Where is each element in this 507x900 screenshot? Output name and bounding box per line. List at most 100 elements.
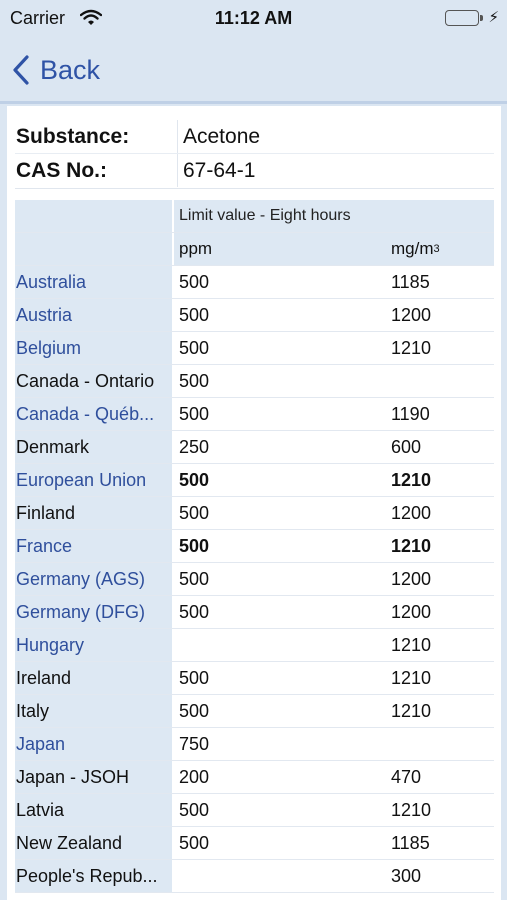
mg-cell: 1185	[391, 832, 430, 853]
ppm-cell: 750	[179, 733, 210, 754]
ppm-cell: 500	[179, 601, 210, 622]
mg-cell: 1185	[391, 271, 430, 292]
country-cell[interactable]: Austria	[15, 299, 174, 331]
battery-icon	[445, 10, 479, 26]
ppm-cell	[174, 860, 388, 892]
cas-label: CAS No.:	[15, 154, 177, 187]
table-row: New Zealand 500 1185	[15, 827, 494, 860]
charging-bolt-icon: ⚡	[488, 9, 499, 26]
mg-cell: 1190	[391, 403, 430, 424]
ppm-cell: 500	[179, 271, 210, 292]
mg-cell: 600	[391, 436, 422, 457]
country-cell: Japan - JSOH	[15, 761, 174, 793]
substance-info: Substance: Acetone CAS No.: 67-64-1	[15, 120, 494, 187]
mg-header-unit: mg/m	[391, 239, 434, 258]
country-cell: New Zealand	[15, 827, 174, 859]
country-cell[interactable]: Japan	[15, 728, 174, 760]
status-bar: Carrier 11:12 AM ⚡	[0, 0, 507, 38]
chevron-left-icon	[12, 54, 30, 86]
info-divider	[15, 188, 494, 189]
mg-cell	[388, 728, 494, 760]
mg-cell: 1210	[391, 667, 432, 688]
header-empty-cell	[15, 200, 174, 232]
table-row: Japan - JSOH 200 470	[15, 761, 494, 794]
country-cell[interactable]: France	[15, 530, 174, 562]
country-cell[interactable]: Belgium	[15, 332, 174, 364]
ppm-cell: 500	[179, 370, 210, 391]
table-row[interactable]: European Union 500 1210	[15, 464, 494, 497]
mg-cell: 1210	[391, 799, 432, 820]
ppm-cell: 200	[179, 766, 210, 787]
table-row: Latvia 500 1210	[15, 794, 494, 827]
ppm-header: ppm	[174, 233, 388, 265]
ppm-cell: 500	[179, 502, 210, 523]
ppm-cell: 500	[179, 700, 210, 721]
content-panel: Substance: Acetone CAS No.: 67-64-1 Limi…	[7, 106, 501, 900]
country-cell[interactable]: Hungary	[15, 629, 174, 661]
mg-cell: 470	[391, 766, 422, 787]
back-button[interactable]: Back	[12, 50, 100, 90]
table-group-header: Limit value - Eight hours	[15, 200, 494, 233]
cas-row: CAS No.: 67-64-1	[15, 153, 494, 187]
mg-cell: 1200	[391, 502, 432, 523]
table-row: Finland 500 1200	[15, 497, 494, 530]
mg-cell: 1210	[391, 535, 432, 556]
mg-cell	[388, 365, 494, 397]
table-row[interactable]: Germany (DFG) 500 1200	[15, 596, 494, 629]
table-row: Ireland 500 1210	[15, 662, 494, 695]
ppm-cell: 500	[179, 403, 210, 424]
substance-label: Substance:	[15, 120, 177, 153]
country-cell: Denmark	[15, 431, 174, 463]
back-label: Back	[40, 54, 101, 85]
table-row: Canada - Ontario 500	[15, 365, 494, 398]
limit-value-header: Limit value - Eight hours	[174, 200, 494, 232]
country-cell[interactable]: European Union	[15, 464, 174, 496]
table-row[interactable]: Austria 500 1200	[15, 299, 494, 332]
cas-value: 67-64-1	[177, 154, 494, 187]
country-cell[interactable]: Canada - Québ...	[15, 398, 174, 430]
ppm-cell: 500	[179, 832, 210, 853]
table-row[interactable]: France 500 1210	[15, 530, 494, 563]
mg-cell: 1210	[391, 337, 432, 358]
country-cell: Italy	[15, 695, 174, 727]
ppm-cell: 500	[179, 337, 210, 358]
table-row: People's Repub... 300	[15, 860, 494, 893]
table-row[interactable]: Belgium 500 1210	[15, 332, 494, 365]
limit-values-table: Limit value - Eight hours ppm mg/m 3 Aust…	[15, 200, 494, 893]
clock: 11:12 AM	[214, 8, 293, 28]
mg-cell: 1210	[391, 469, 432, 490]
country-cell: Ireland	[15, 662, 174, 694]
country-cell[interactable]: Germany (AGS)	[15, 563, 174, 595]
country-cell[interactable]: Australia	[15, 266, 174, 298]
ppm-cell: 500	[179, 568, 210, 589]
ppm-cell: 500	[179, 304, 210, 325]
table-unit-header: ppm mg/m 3	[15, 233, 494, 266]
table-row[interactable]: Japan 750	[15, 728, 494, 761]
substance-value: Acetone	[177, 120, 494, 153]
header-empty-cell	[15, 233, 174, 265]
navbar-divider	[0, 101, 507, 104]
table-row[interactable]: Australia 500 1185	[15, 266, 494, 299]
ppm-cell: 250	[179, 436, 210, 457]
mg-cell: 1200	[391, 568, 432, 589]
ppm-cell: 500	[179, 469, 210, 490]
ppm-cell: 500	[179, 535, 210, 556]
mg-header: mg/m 3	[388, 233, 494, 265]
mg-cell: 300	[391, 865, 422, 886]
ppm-cell	[174, 629, 388, 661]
country-cell: Canada - Ontario	[15, 365, 174, 397]
ppm-cell: 500	[179, 799, 210, 820]
mg-cell: 1200	[391, 304, 432, 325]
substance-row: Substance: Acetone	[15, 120, 494, 153]
table-row[interactable]: Canada - Québ... 500 1190	[15, 398, 494, 431]
country-cell[interactable]: Germany (DFG)	[15, 596, 174, 628]
mg-cell: 1210	[391, 700, 432, 721]
table-row: Italy 500 1210	[15, 695, 494, 728]
table-row[interactable]: Hungary 1210	[15, 629, 494, 662]
battery-tip	[480, 15, 483, 21]
country-cell: People's Repub...	[15, 860, 174, 892]
ppm-cell: 500	[179, 667, 210, 688]
mg-header-exponent: 3	[433, 243, 440, 255]
navigation-bar: Back	[0, 38, 507, 102]
table-row[interactable]: Germany (AGS) 500 1200	[15, 563, 494, 596]
